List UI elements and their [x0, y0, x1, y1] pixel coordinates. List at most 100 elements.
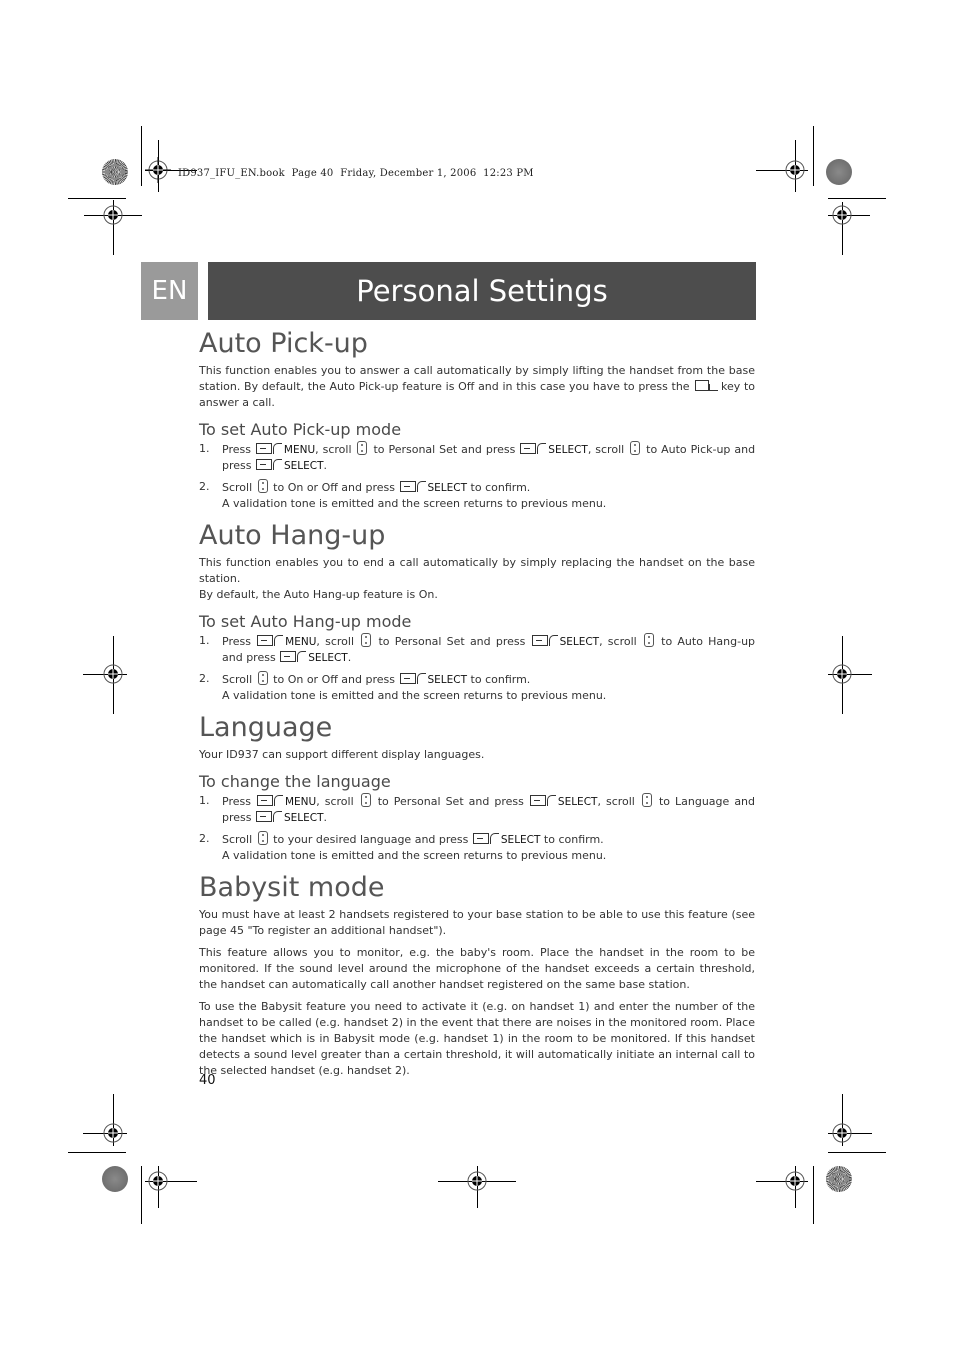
step-text: to Personal Set and press	[378, 635, 526, 648]
step-text: , scroll	[597, 795, 635, 808]
scroll-key-icon	[630, 441, 641, 455]
step-number: 2.	[199, 480, 210, 493]
left-softkey-icon	[520, 443, 537, 454]
crop-line	[813, 126, 814, 186]
section-heading: Babysit mode	[199, 872, 385, 903]
color-registration-disc-icon	[102, 159, 128, 185]
section-language: Language Your ID937 can support differen…	[199, 709, 755, 864]
page-number: 40	[199, 1073, 216, 1088]
steps-list: 1. Press MENU, scroll to Personal Set an…	[199, 793, 755, 864]
body-paragraph: You must have at least 2 handsets regist…	[199, 908, 755, 937]
steps-list: 1. Press MENU, scroll to Personal Set an…	[199, 441, 755, 512]
softkey-curve-icon	[273, 795, 283, 806]
registration-target-icon	[103, 1123, 123, 1143]
talk-key-icon	[695, 380, 719, 391]
step-number: 1.	[199, 794, 210, 807]
step-text: Press	[222, 635, 251, 648]
step-text: to Personal Set and press	[373, 443, 516, 456]
step-item: 1. Press MENU, scroll to Personal Set an…	[199, 441, 755, 474]
scroll-key-icon	[361, 633, 372, 647]
left-softkey-icon	[257, 635, 274, 646]
step-item: 2. Scroll to your desired language and p…	[199, 831, 755, 864]
softkey-curve-icon	[273, 811, 282, 822]
softkey-curve-icon	[537, 443, 547, 454]
step-number: 2.	[199, 832, 210, 845]
softkey-curve-icon	[272, 443, 282, 454]
key-label: MENU	[284, 796, 317, 808]
registration-target-icon	[785, 160, 805, 180]
step-text: .	[323, 459, 328, 472]
key-label: SELECT	[427, 482, 468, 494]
key-label: SELECT	[557, 796, 598, 808]
left-softkey-icon	[256, 811, 272, 822]
key-label: SELECT	[427, 674, 468, 686]
registration-target-icon	[103, 205, 123, 225]
crop-line	[141, 126, 142, 186]
scroll-key-icon	[257, 671, 268, 685]
scroll-key-icon	[357, 441, 368, 455]
step-text: to confirm.	[543, 833, 604, 846]
crop-line	[141, 1166, 142, 1224]
step-number: 2.	[199, 672, 210, 685]
step-text: to confirm.	[470, 481, 531, 494]
step-note: A validation tone is emitted and the scr…	[222, 497, 607, 510]
step-item: 2. Scroll to On or Off and press SELECT …	[199, 479, 755, 512]
section-heading: Auto Pick-up	[199, 328, 368, 359]
key-label: SELECT	[308, 652, 348, 664]
registration-target-icon	[832, 1123, 852, 1143]
subsection-heading: To set Auto Hang-up mode	[199, 612, 412, 631]
left-softkey-icon	[255, 443, 272, 454]
section-auto-hangup: Auto Hang-up This function enables you t…	[199, 517, 755, 704]
section-intro: Your ID937 can support different display…	[199, 748, 485, 761]
crop-line	[68, 1152, 126, 1153]
color-registration-disc-icon	[826, 1166, 852, 1192]
softkey-curve-icon	[489, 833, 499, 844]
section-intro: This function enables you to answer a ca…	[199, 363, 755, 411]
section-heading: Auto Hang-up	[199, 520, 386, 551]
step-text: Scroll	[222, 833, 253, 846]
key-label: MENU	[285, 636, 317, 648]
registration-target-icon	[148, 1171, 168, 1191]
step-item: 2. Scroll to On or Off and press SELECT …	[199, 671, 755, 704]
scroll-key-icon	[643, 633, 654, 647]
softkey-curve-icon	[273, 459, 282, 470]
softkey-curve-icon	[297, 651, 307, 662]
step-text: , scroll	[587, 443, 625, 456]
softkey-curve-icon	[416, 481, 426, 492]
step-text: , scroll	[315, 443, 352, 456]
left-softkey-icon	[531, 635, 548, 646]
step-text: Press	[222, 795, 251, 808]
step-note: A validation tone is emitted and the scr…	[222, 849, 607, 862]
step-number: 1.	[199, 442, 210, 455]
registration-target-icon	[832, 664, 852, 684]
step-text: , scroll	[599, 635, 637, 648]
crop-line	[813, 1166, 814, 1224]
softkey-curve-icon	[274, 635, 284, 646]
softkey-curve-icon	[416, 673, 426, 684]
key-label: SELECT	[500, 834, 541, 846]
scroll-key-icon	[257, 479, 268, 493]
section-heading: Language	[199, 712, 333, 743]
key-label: MENU	[283, 444, 316, 456]
intro-text: This function enables you to answer a ca…	[199, 364, 755, 393]
section-intro: This function enables you to end a call …	[199, 555, 755, 603]
step-text: to your desired language and press	[273, 833, 469, 846]
step-text: , scroll	[316, 795, 354, 808]
registration-target-icon	[832, 205, 852, 225]
steps-list: 1. Press MENU, scroll to Personal Set an…	[199, 633, 755, 704]
color-registration-disc-icon	[826, 159, 852, 185]
key-label: SELECT	[548, 444, 588, 456]
body-paragraph: To use the Babysit feature you need to a…	[199, 1000, 755, 1077]
crop-line	[68, 198, 126, 199]
step-note: A validation tone is emitted and the scr…	[222, 689, 607, 702]
step-text: .	[323, 811, 328, 824]
step-text: .	[347, 651, 352, 664]
crop-line	[828, 1152, 886, 1153]
subsection-heading: To set Auto Pick-up mode	[199, 420, 402, 439]
step-text: Scroll	[222, 481, 253, 494]
step-text: to Personal Set and press	[377, 795, 524, 808]
section-auto-pickup: Auto Pick-up This function enables you t…	[199, 325, 755, 512]
scroll-key-icon	[641, 793, 652, 807]
step-text: , scroll	[316, 635, 355, 648]
print-header: ID937_IFU_EN.book Page 40 Friday, Decemb…	[178, 168, 534, 179]
